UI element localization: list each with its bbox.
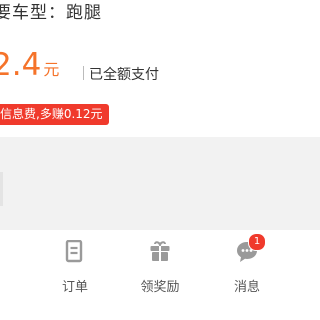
tab-rewards-label: 领奖励 <box>140 280 180 295</box>
gift-icon <box>148 240 172 264</box>
amount-unit: 元 <box>43 60 60 79</box>
app-screen: 要车型：跑腿 2.4 元 已全额支付 信息费,多赚0.12元 订单 领奖励 1 … <box>0 0 320 320</box>
amount-value: 2.4 <box>0 47 42 83</box>
car-type-text: 要车型：跑腿 <box>0 3 102 23</box>
home-icon <box>0 240 12 264</box>
list-icon <box>63 239 87 264</box>
tab-messages[interactable]: 1 消息 <box>217 233 277 310</box>
divider <box>83 66 84 80</box>
info-fee-tag: 信息费,多赚0.12元 <box>0 104 109 125</box>
tab-rewards[interactable]: 领奖励 <box>130 240 190 310</box>
tab-orders[interactable]: 订单 <box>45 239 105 310</box>
payment-status: 已全额支付 <box>89 67 159 83</box>
order-amount: 2.4 元 <box>0 47 59 87</box>
order-card[interactable]: 要车型：跑腿 2.4 元 已全额支付 信息费,多赚0.12元 <box>0 0 320 137</box>
bottom-tab-bar: 订单 领奖励 1 消息 <box>0 230 320 320</box>
partial-card-edge <box>0 172 3 206</box>
section-gap <box>0 137 320 230</box>
unread-badge: 1 <box>248 233 266 251</box>
tab-home[interactable] <box>0 240 30 310</box>
chat-icon: 1 <box>235 233 266 264</box>
tab-orders-label: 订单 <box>61 280 88 295</box>
tab-messages-label: 消息 <box>233 280 260 295</box>
